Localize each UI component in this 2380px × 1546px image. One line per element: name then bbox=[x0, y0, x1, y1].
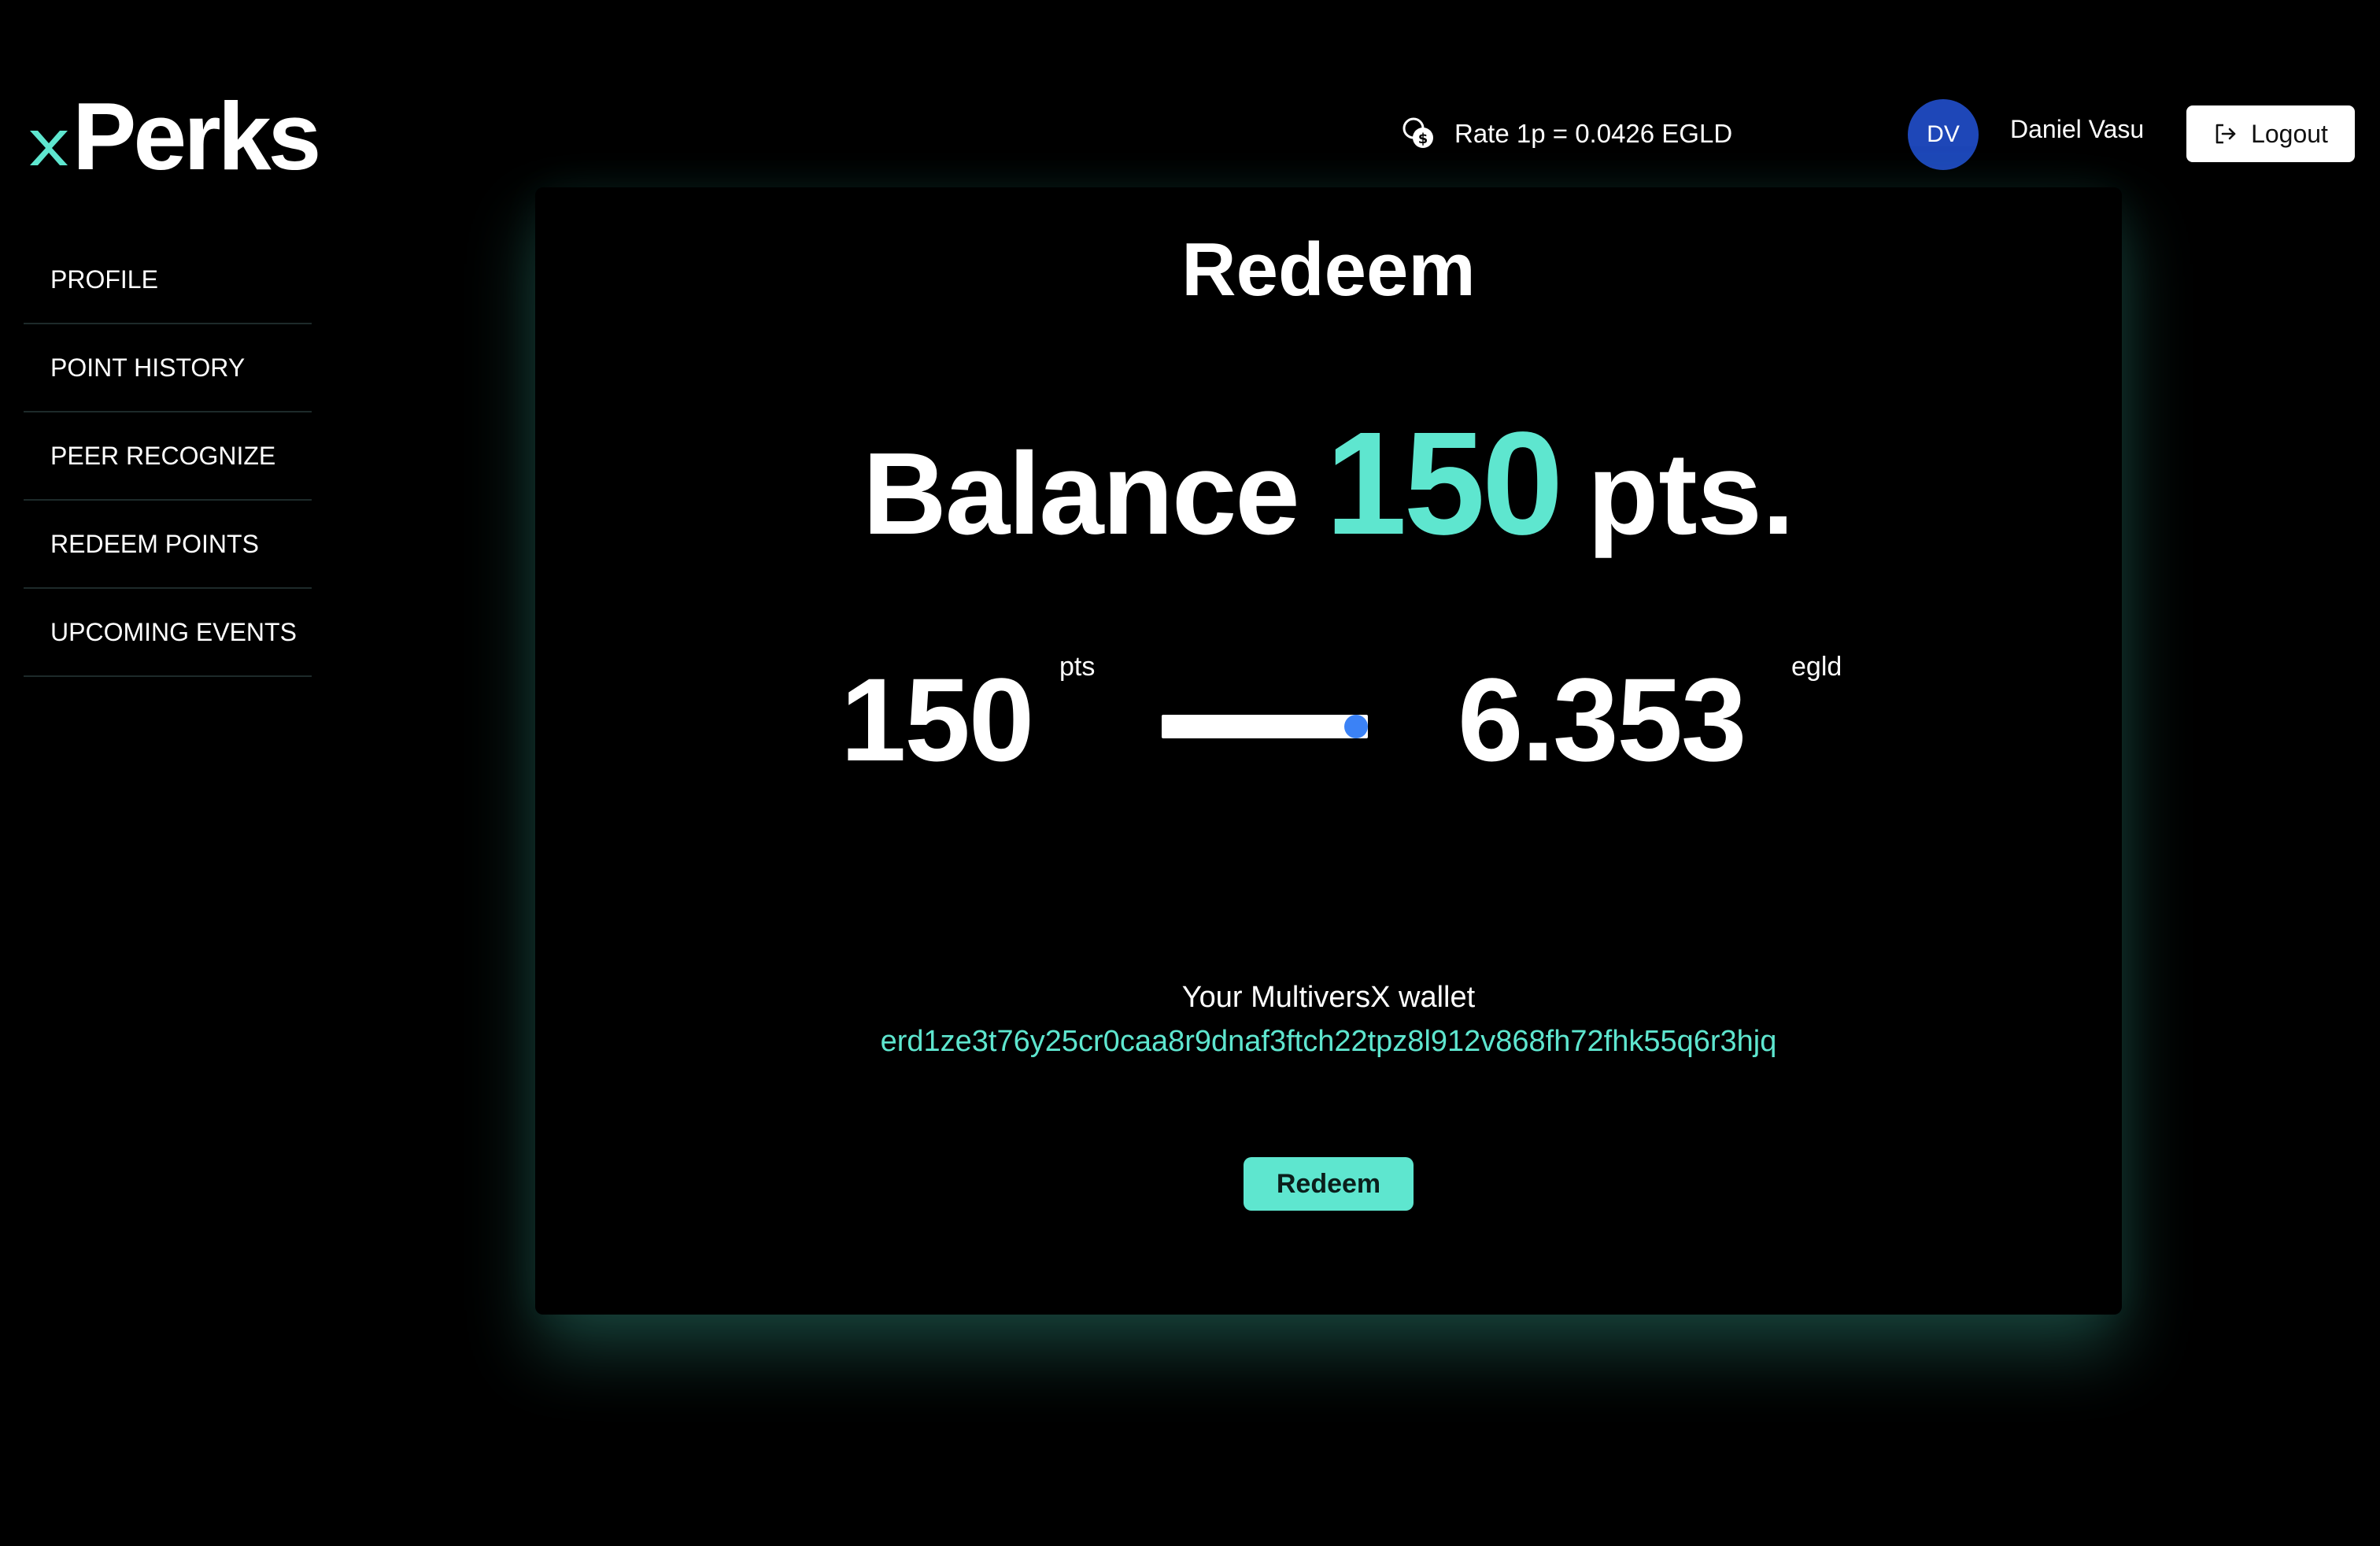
sidebar-item-peer-recognize[interactable]: PEER RECOGNIZE bbox=[24, 412, 312, 501]
egld-amount: 6.353 bbox=[1458, 653, 1746, 786]
redeem-button[interactable]: Redeem bbox=[1244, 1157, 1414, 1211]
points-amount: 150 bbox=[841, 653, 1034, 786]
balance-unit: pts. bbox=[1587, 429, 1795, 559]
slider-track bbox=[1162, 715, 1368, 738]
xperks-logo[interactable]: Perks bbox=[27, 83, 321, 190]
page: Perks $ Rate 1p = 0.0426 EGLD DV Daniel … bbox=[0, 0, 2380, 1546]
balance-value: 150 bbox=[1325, 402, 1563, 565]
user-name: Daniel Vasu bbox=[2010, 115, 2145, 143]
sidebar-item-redeem-points[interactable]: REDEEM POINTS bbox=[24, 501, 312, 589]
logo-text: Perks bbox=[72, 83, 321, 190]
wallet-address: erd1ze3t76y25cr0caa8r9dnaf3ftch22tpz8l91… bbox=[880, 1025, 1777, 1058]
egld-unit: egld bbox=[1791, 652, 1842, 682]
logout-label: Logout bbox=[2251, 119, 2328, 148]
logout-button[interactable]: Logout bbox=[2186, 105, 2355, 162]
svg-text:$: $ bbox=[1418, 131, 1428, 147]
sidebar-item-profile[interactable]: PROFILE bbox=[24, 236, 312, 324]
balance-display: Balance 150 pts. bbox=[535, 400, 2122, 568]
exchange-rate: $ Rate 1p = 0.0426 EGLD bbox=[1401, 110, 1732, 157]
points-converter: 150 pts 6.353 egld bbox=[535, 652, 2122, 825]
wallet-label: Your MultiversX wallet bbox=[1181, 981, 1476, 1014]
balance-label: Balance bbox=[862, 429, 1300, 559]
logo-x-mark-icon bbox=[30, 131, 68, 165]
avatar[interactable]: DV bbox=[1908, 99, 1979, 170]
points-slider[interactable] bbox=[1162, 712, 1368, 740]
sidebar-item-upcoming-events[interactable]: UPCOMING EVENTS bbox=[24, 589, 312, 677]
page-title: Redeem bbox=[1181, 227, 1476, 312]
rate-text: Rate 1p = 0.0426 EGLD bbox=[1454, 119, 1733, 148]
points-unit: pts bbox=[1059, 652, 1096, 682]
sidebar-item-point-history[interactable]: POINT HISTORY bbox=[24, 324, 312, 412]
coins-icon: $ bbox=[1402, 117, 1433, 148]
logout-icon bbox=[2216, 124, 2236, 144]
slider-thumb[interactable] bbox=[1344, 715, 1368, 738]
sidebar-nav: PROFILE POINT HISTORY PEER RECOGNIZE RED… bbox=[24, 236, 312, 677]
redeem-card: Redeem Balance 150 pts. 150 pts 6.353 eg… bbox=[535, 187, 2122, 1315]
